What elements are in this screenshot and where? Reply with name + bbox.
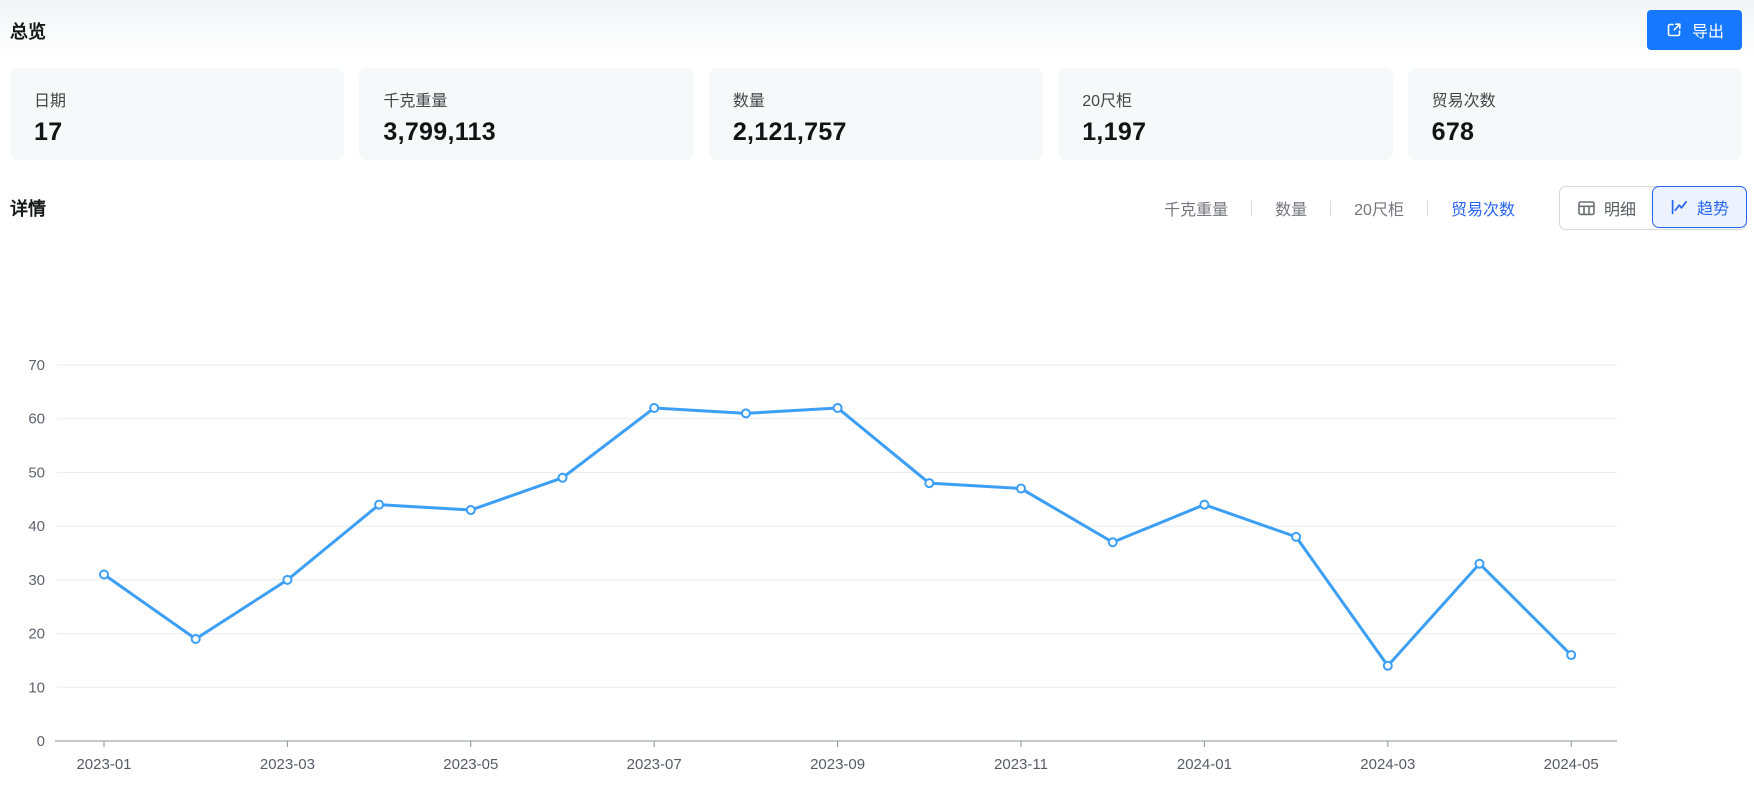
data-point[interactable] (1199, 499, 1210, 510)
data-point[interactable] (740, 408, 751, 419)
stat-value: 17 (34, 118, 63, 146)
trend-icon (1670, 198, 1689, 216)
data-point[interactable] (99, 569, 109, 580)
data-point[interactable] (557, 472, 568, 483)
stat-card-20ft-container: 20尺柜 1,197 (1058, 68, 1393, 160)
y-axis-tick-label: 30 (28, 572, 45, 589)
metric-tabs: 千克重量 数量 20尺柜 贸易次数 (1160, 196, 1519, 220)
tab-divider (1251, 200, 1253, 216)
stat-card-quantity: 数量 2,121,757 (708, 68, 1044, 160)
trend-view-button[interactable]: 趋势 (1651, 186, 1747, 228)
y-axis-tick-label: 40 (28, 518, 45, 535)
x-axis-tick-label: 2023-09 (810, 756, 865, 773)
export-icon (1665, 21, 1683, 39)
stats-row: 日期 17 千克重量 3,799,113 数量 2,121,757 20尺柜 1… (10, 68, 1743, 160)
x-axis-tick-label: 2023-01 (76, 756, 131, 773)
data-point[interactable] (924, 478, 935, 489)
y-axis-tick-label: 0 (37, 733, 45, 750)
stat-label: 数量 (732, 93, 765, 110)
tab-quantity[interactable]: 数量 (1271, 196, 1311, 220)
trend-line (102, 406, 1573, 668)
stat-label: 20尺柜 (1082, 93, 1133, 110)
stat-value: 2,121,757 (732, 118, 847, 146)
detail-view-label: 明细 (1603, 202, 1636, 219)
y-axis-tick-label: 10 (28, 679, 45, 696)
table-icon (1577, 199, 1596, 217)
page-title: 总览 (10, 22, 46, 42)
data-point[interactable] (1382, 660, 1393, 671)
tab-trade-count[interactable]: 贸易次数 (1447, 196, 1519, 220)
stat-label: 日期 (34, 93, 67, 110)
x-axis-tick-label: 2024-03 (1360, 756, 1415, 773)
dashboard-page: 总览 导出 日期 17 千克重量 3,799,113 数量 2,121,757 … (0, 0, 1754, 792)
x-axis-tick-label: 2023-11 (994, 756, 1048, 773)
data-point[interactable] (1016, 483, 1026, 494)
y-axis-tick-label: 70 (28, 357, 45, 374)
data-point[interactable] (649, 402, 660, 413)
data-point[interactable] (1291, 531, 1302, 542)
export-button-label: 导出 (1691, 24, 1724, 41)
data-point[interactable] (832, 402, 843, 413)
x-axis-tick-label: 2024-05 (1544, 756, 1599, 773)
y-axis-tick-label: 20 (28, 626, 45, 643)
header-gradient (0, 0, 1754, 56)
detail-view-button[interactable]: 明细 (1560, 187, 1653, 229)
trend-view-label: 趋势 (1696, 201, 1729, 218)
stat-value: 678 (1431, 118, 1475, 146)
details-header: 详情 千克重量 数量 20尺柜 贸易次数 明细 趋势 (10, 186, 1747, 230)
tab-divider (1330, 200, 1332, 216)
stat-value: 1,197 (1082, 118, 1147, 146)
data-point[interactable] (1107, 537, 1118, 548)
stat-card-trade-count: 贸易次数 678 (1407, 68, 1743, 160)
data-point[interactable] (374, 499, 385, 510)
data-point[interactable] (1474, 558, 1485, 569)
x-axis-tick-label: 2023-03 (260, 756, 315, 773)
stat-label: 千克重量 (383, 93, 448, 110)
x-axis-tick-label: 2023-07 (627, 756, 682, 773)
trend-line-chart[interactable]: 0 10 20 30 40 50 60 70 2023-01 2023-03 2023-05 2023… (0, 300, 1754, 792)
view-toggle: 明细 趋势 (1558, 186, 1747, 230)
x-axis-tick-label: 2024-01 (1177, 756, 1232, 773)
tab-divider (1426, 200, 1428, 216)
trend-chart-container: 0 10 20 30 40 50 60 70 2023-01 2023-03 2023-05 2023… (0, 300, 1754, 792)
stat-label: 贸易次数 (1431, 93, 1496, 110)
export-button[interactable]: 导出 (1646, 10, 1742, 50)
stat-value: 3,799,113 (383, 118, 496, 146)
data-point[interactable] (465, 505, 476, 516)
data-point[interactable] (282, 574, 293, 585)
x-axis-tick-label: 2023-05 (443, 756, 498, 773)
section-title: 详情 (10, 199, 46, 219)
y-axis-tick-label: 50 (28, 464, 45, 481)
data-point[interactable] (1566, 650, 1577, 661)
stat-card-kg-weight: 千克重量 3,799,113 (359, 68, 694, 160)
data-point[interactable] (190, 633, 201, 644)
y-axis-tick-label: 60 (28, 411, 45, 428)
tab-kg-weight[interactable]: 千克重量 (1160, 196, 1232, 220)
tab-20ft-container[interactable]: 20尺柜 (1350, 196, 1408, 220)
stat-card-date: 日期 17 (10, 68, 345, 160)
